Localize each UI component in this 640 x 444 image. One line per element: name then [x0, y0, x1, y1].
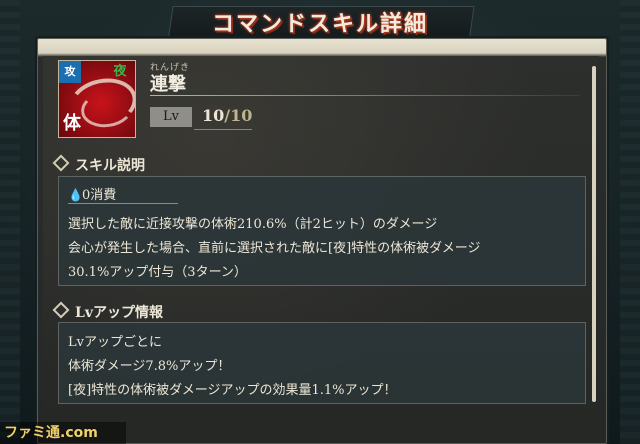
cost-text: 0消費 — [82, 188, 117, 203]
page-title: コマンドスキル詳細 — [211, 11, 428, 37]
level-value: 10/10 — [202, 106, 252, 125]
body-attribute-icon: 体 — [63, 113, 81, 134]
skill-description-heading: スキル説明 — [52, 154, 145, 175]
divider — [150, 95, 580, 96]
level-up-line: Lvアップごとに — [68, 335, 162, 350]
diamond-icon — [52, 154, 70, 172]
description-line: 30.1%アップ付与（3ターン） — [68, 265, 247, 280]
level-up-info-heading: Lvアップ情報 — [52, 301, 163, 322]
description-line: 会心が発生した場合、直前に選択された敵に[夜]特性の体術被ダメージ — [68, 241, 481, 256]
divider — [68, 203, 178, 204]
background-stripe-left — [0, 0, 20, 444]
level-label: Lv — [150, 107, 192, 127]
watermark-logo: ファミ通.com — [0, 422, 126, 444]
skill-icon: 攻 夜 体 — [58, 60, 136, 138]
droplet-icon: 💧 — [68, 188, 83, 202]
level-up-line: [夜]特性の体術被ダメージアップの効果量1.1%アップ！ — [68, 383, 397, 398]
cost-row: 💧0消費 — [68, 184, 116, 203]
level-current: 10 — [202, 106, 225, 125]
background-stripe-right — [620, 0, 640, 444]
skill-description-heading-text: スキル説明 — [75, 158, 145, 174]
scrollbar[interactable] — [592, 66, 596, 402]
level-max: /10 — [224, 106, 253, 125]
night-attribute-icon: 夜 — [113, 64, 127, 79]
level-up-line: 体術ダメージ7.8%アップ！ — [68, 359, 231, 374]
divider — [194, 129, 252, 130]
description-line: 選択した敵に近接攻撃の体術210.6%（計2ヒット）のダメージ — [68, 217, 438, 232]
level-up-info-heading-text: Lvアップ情報 — [75, 305, 163, 321]
skill-name: 連撃 — [150, 74, 186, 95]
attack-type-icon: 攻 — [59, 61, 81, 83]
diamond-icon — [52, 301, 70, 319]
